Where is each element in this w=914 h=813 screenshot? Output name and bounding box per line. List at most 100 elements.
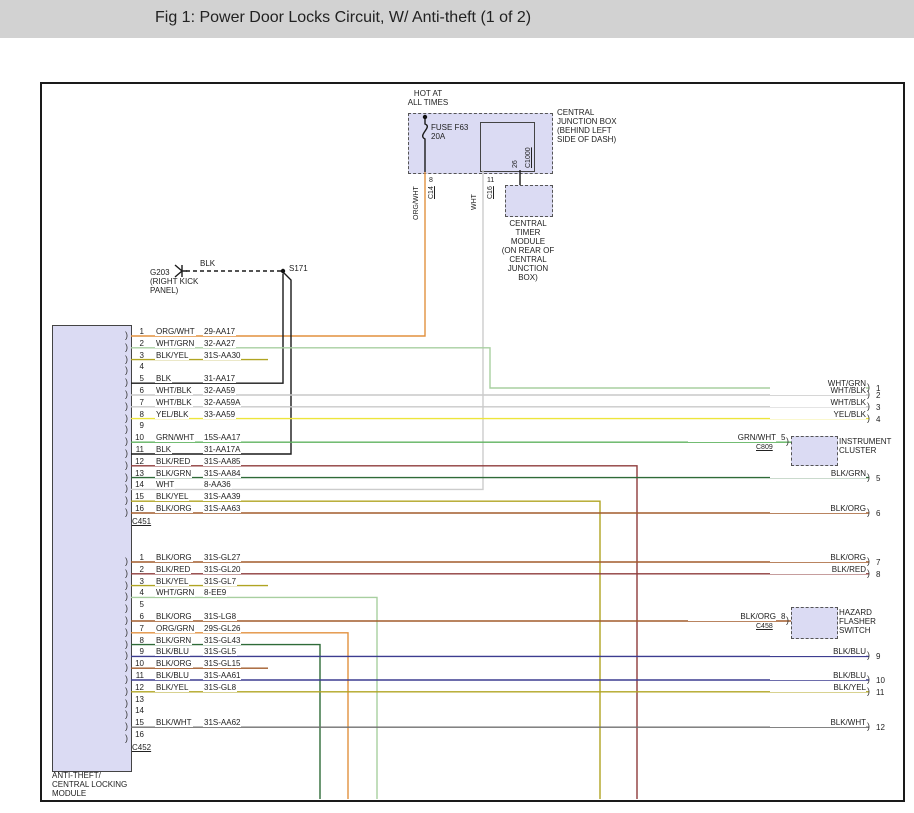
hot-at-label-2: ALL TIMES <box>395 98 461 107</box>
circuit-number-label: 31S-AA84 <box>203 469 241 478</box>
right-pin-arc-icon: ) <box>867 569 870 578</box>
circuit-number-label: 31S-GL15 <box>203 659 241 668</box>
right-wire-label: BLK/BLU <box>770 647 866 656</box>
right-pin-arc-icon: ) <box>867 390 870 399</box>
wire-color-label: BLK/YEL <box>155 577 189 586</box>
wire-color-label: BLK/YEL <box>155 351 189 360</box>
pin-number: 1 <box>131 553 144 562</box>
pin-number: 16 <box>131 504 144 513</box>
wire-color-label: BLK <box>155 445 172 454</box>
pin-number: 14 <box>131 480 144 489</box>
splice-s171-label: S171 <box>289 264 308 273</box>
ground-name: G203 <box>150 268 170 277</box>
pin-number: 12 <box>131 457 144 466</box>
pin-row-C452-13: )13 <box>0 695 914 705</box>
right-pin-number: 4 <box>876 415 880 424</box>
pin-number: 2 <box>131 565 144 574</box>
pin-number: 13 <box>131 469 144 478</box>
wire-color-label: BLK/ORG <box>155 659 193 668</box>
orgwht-pin-8: 8 <box>429 177 433 185</box>
wire-color-label: BLK <box>155 374 172 383</box>
figure-title: Fig 1: Power Door Locks Circuit, W/ Anti… <box>155 9 531 27</box>
pin-number: 15 <box>131 718 144 727</box>
right-pin-number: 2 <box>876 391 880 400</box>
right-pin-arc-icon: ) <box>867 473 870 482</box>
right-pin-arc-icon: ) <box>867 508 870 517</box>
circuit-number-label: 31S-AA30 <box>203 351 241 360</box>
pin-number: 12 <box>131 683 144 692</box>
circuit-number-label: 33-AA59 <box>203 410 236 419</box>
right-wire-label: BLK/ORG <box>770 504 866 513</box>
pin-row-C451-1: )1ORG/WHT29-AA17 <box>0 327 914 337</box>
right-wire-label: BLK/BLU <box>770 671 866 680</box>
hot-at-label: HOT AT <box>395 89 461 98</box>
circuit-number-label: 31S-AA39 <box>203 492 241 501</box>
wire-color-label: WHT <box>155 480 175 489</box>
pin-row-C451-12: )12BLK/RED31S-AA85 <box>0 457 914 467</box>
wire-color-label: WHT/BLK <box>155 398 193 407</box>
wire-color-label: BLK/ORG <box>155 553 193 562</box>
pin-number: 9 <box>131 647 144 656</box>
junction-box-label-4: SIDE OF DASH) <box>557 135 616 144</box>
circuit-number-label: 31S-AA63 <box>203 504 241 513</box>
pin-number: 7 <box>131 398 144 407</box>
pin-row-C451-15: )15BLK/YEL31S-AA39 <box>0 492 914 502</box>
wire-color-label: WHT/GRN <box>155 339 195 348</box>
connector-c14-label: C14 <box>428 186 436 199</box>
junction-box-pin-26: 26 <box>512 160 520 168</box>
right-wire-label: BLK/YEL <box>770 683 866 692</box>
pin-row-C452-5: )5 <box>0 600 914 610</box>
junction-box-label-1: CENTRAL <box>557 108 594 117</box>
right-pin-arc-icon: ) <box>867 557 870 566</box>
wire-color-label: BLK/ORG <box>155 612 193 621</box>
circuit-number-label: 32-AA59 <box>203 386 236 395</box>
circuit-number-label: 29-AA17 <box>203 327 236 336</box>
pin-number: 9 <box>131 421 144 430</box>
pin-number: 4 <box>131 362 144 371</box>
figure-header-bar: Fig 1: Power Door Locks Circuit, W/ Anti… <box>0 0 914 38</box>
circuit-number-label: 31-AA17 <box>203 374 236 383</box>
page: { "header": { "title": "Fig 1: Power Doo… <box>0 0 914 813</box>
connector-c16-label: C16 <box>487 186 495 199</box>
right-pin-number: 8 <box>876 570 880 579</box>
wire-color-label: BLK/WHT <box>155 718 193 727</box>
wire-color-label: BLK/YEL <box>155 492 189 501</box>
right-pin-arc-icon: ) <box>867 402 870 411</box>
wire-color-label: BLK/GRN <box>155 469 192 478</box>
wire-color-label: BLK/RED <box>155 457 191 466</box>
right-wire-label: WHT/BLK <box>770 386 866 395</box>
right-wire-label: BLK/ORG <box>770 553 866 562</box>
wire-color-label: BLK/BLU <box>155 671 190 680</box>
wire-color-label: WHT/GRN <box>155 588 195 597</box>
circuit-number-label: 8-EE9 <box>203 588 227 597</box>
pin-row-C452-10: )10BLK/ORG31S-GL15 <box>0 659 914 669</box>
timer-module-caption: CENTRAL TIMER MODULE (ON REAR OF CENTRAL… <box>494 219 562 282</box>
pin-number: 5 <box>131 374 144 383</box>
pin-row-C452-16: )16 <box>0 730 914 740</box>
wire-color-label: BLK/BLU <box>155 647 190 656</box>
circuit-number-label: 32-AA27 <box>203 339 236 348</box>
circuit-number-label: 31S-LG8 <box>203 612 237 621</box>
right-pin-number: 9 <box>876 652 880 661</box>
circuit-number-label: 31S-GL20 <box>203 565 241 574</box>
pin-row-C451-14: )14WHT8-AA36 <box>0 480 914 490</box>
pin-number: 15 <box>131 492 144 501</box>
pin-row-C452-7: )7ORG/GRN29S-GL26 <box>0 624 914 634</box>
junction-box-label-3: (BEHIND LEFT <box>557 126 612 135</box>
right-pin-arc-icon: ) <box>867 675 870 684</box>
pin-row-C451-2: )2WHT/GRN32-AA27 <box>0 339 914 349</box>
pin-number: 6 <box>131 612 144 621</box>
circuit-number-label: 31S-GL8 <box>203 683 237 692</box>
wire-color-label: YEL/BLK <box>155 410 189 419</box>
junction-box-label-2: JUNCTION BOX <box>557 117 617 126</box>
right-wire-label: BLK/GRN <box>770 469 866 478</box>
pin-arc-icon: ) <box>125 734 128 743</box>
right-pin-number: 10 <box>876 676 885 685</box>
wire-color-label: WHT/BLK <box>155 386 193 395</box>
circuit-number-label: 29S-GL26 <box>203 624 241 633</box>
connector-c1000-label: C1000 <box>525 147 533 168</box>
module-label-3: MODULE <box>52 789 86 798</box>
wire-color-label: BLK/RED <box>155 565 191 574</box>
circuit-number-label: 8-AA36 <box>203 480 232 489</box>
right-pin-arc-icon: ) <box>867 414 870 423</box>
